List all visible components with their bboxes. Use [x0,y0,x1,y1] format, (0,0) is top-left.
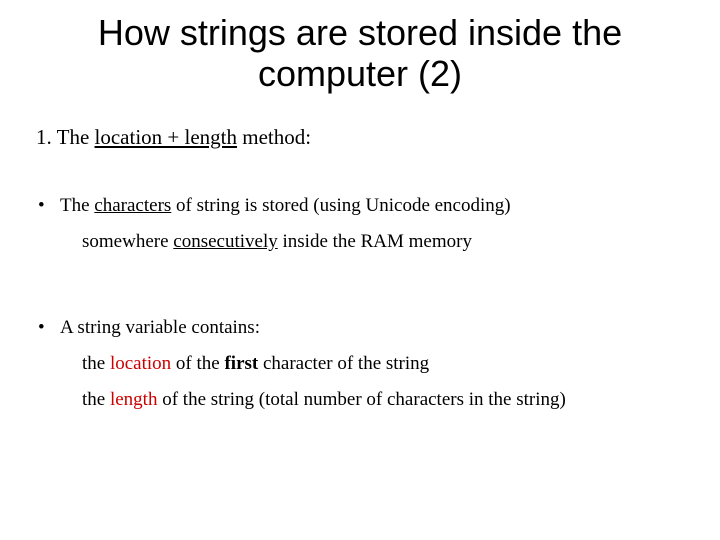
numbered-item-1: 1. The location + length method: [30,125,690,150]
text-underlined: location + length [95,125,237,149]
text-post: inside the RAM memory [278,231,472,252]
bullet-item-2: A string variable contains: the location… [30,310,690,418]
b1-line1: The characters of string is stored (usin… [60,195,511,216]
b2-line2: the location of the first character of t… [60,346,690,382]
slide-content: How strings are stored inside the comput… [0,0,720,540]
text-mid: of the [171,353,224,374]
text-pre: the [82,353,110,374]
text-red: length [110,389,158,410]
slide-title: How strings are stored inside the comput… [30,12,690,95]
text-red: location [110,353,171,374]
text-post: character of the string [258,353,429,374]
text-post: of the string (total number of character… [157,389,565,410]
text-pre: somewhere [82,231,173,252]
item-number: 1. [36,125,57,149]
text-post: of string is stored (using Unicode encod… [171,195,510,216]
text-underlined: characters [94,195,171,216]
text-pre: the [82,389,110,410]
bullet-item-1: The characters of string is stored (usin… [30,188,690,260]
text-post: method: [237,125,311,149]
text-pre: The [60,195,94,216]
text-pre: The [57,125,95,149]
b2-line3: the length of the string (total number o… [60,382,690,418]
text-bold: first [224,353,258,374]
b1-line2: somewhere consecutively inside the RAM m… [60,224,690,260]
b2-line1: A string variable contains: [60,317,260,338]
text-underlined: consecutively [173,231,277,252]
